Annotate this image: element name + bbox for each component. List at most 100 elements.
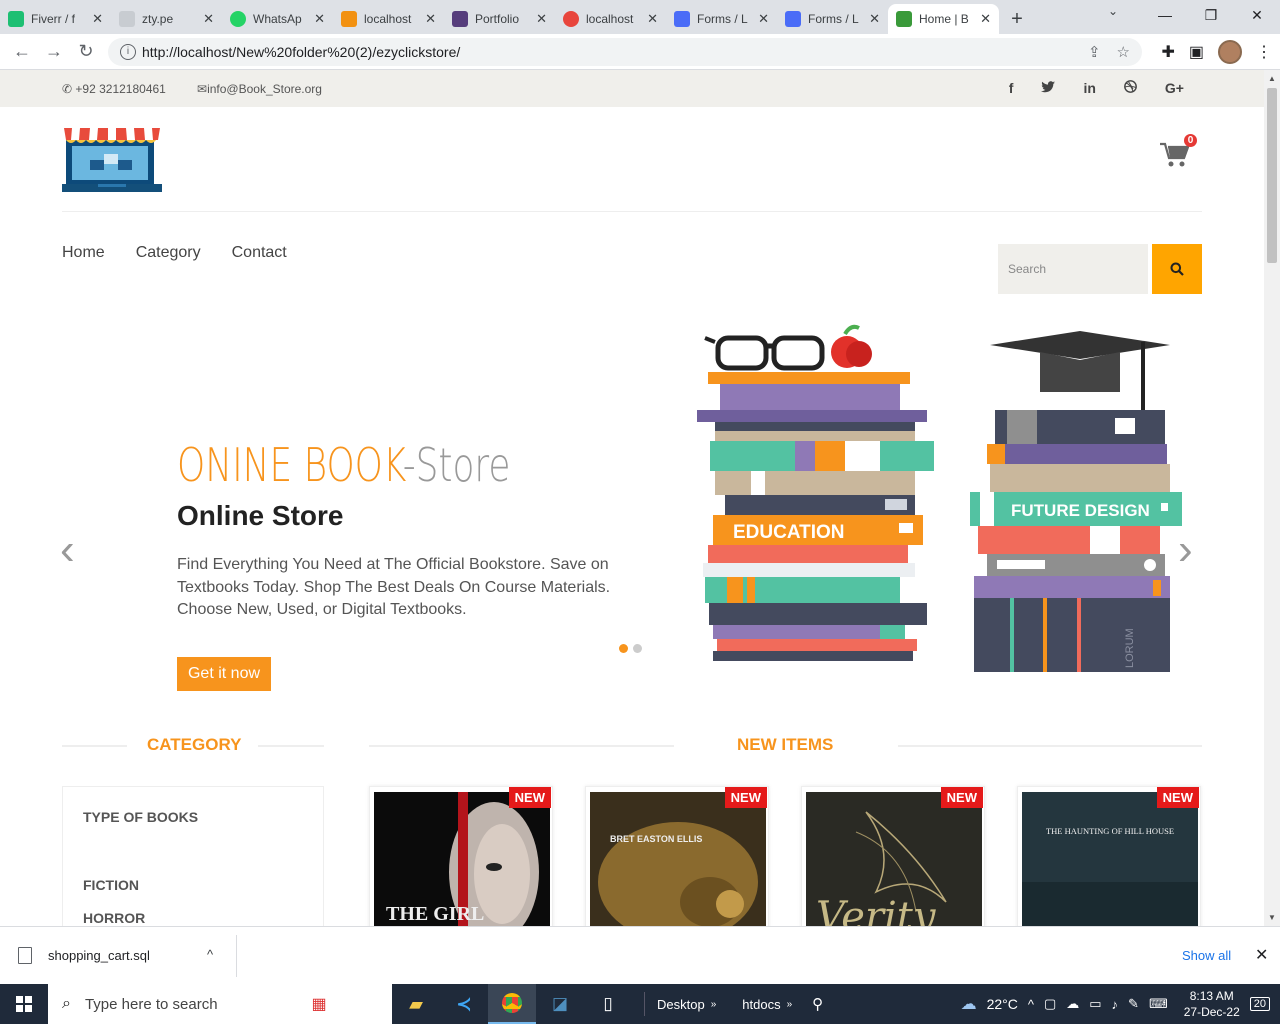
close-tab-icon[interactable]: ✕ — [869, 11, 880, 27]
close-tab-icon[interactable]: ✕ — [314, 11, 325, 27]
shopping-cart-icon[interactable] — [1160, 142, 1190, 168]
scroll-down-arrow-icon[interactable]: ▼ — [1268, 913, 1276, 922]
hero-subtitle: Online Store — [177, 500, 344, 531]
slider-dot-2[interactable] — [633, 644, 642, 653]
get-it-now-button[interactable]: Get it now — [177, 657, 271, 691]
scroll-up-arrow-icon[interactable]: ▲ — [1268, 74, 1276, 83]
tab-forms-2[interactable]: Forms / L ✕ — [777, 4, 888, 34]
file-explorer-app[interactable]: ▰ — [392, 984, 440, 1024]
download-options-chevron-icon[interactable]: ^ — [207, 947, 213, 962]
onedrive-cloud-icon[interactable]: ☁ — [1066, 996, 1079, 1012]
htdocs-toolbar[interactable]: htdocs — [742, 997, 780, 1012]
desktop-toolbar[interactable]: Desktop — [657, 997, 705, 1012]
nav-contact[interactable]: Contact — [232, 244, 287, 262]
envelope-icon: ✉ — [197, 82, 208, 96]
category-horror[interactable]: HORROR — [83, 910, 145, 926]
dribbble-icon[interactable] — [1124, 80, 1137, 96]
taskbar-search-box[interactable]: ⌕ Type here to search ▦ — [48, 984, 392, 1024]
category-fiction[interactable]: FICTION — [83, 877, 139, 893]
slider-prev-chevron-icon[interactable]: ‹ — [60, 525, 75, 575]
close-window-icon[interactable]: ✕ — [1234, 0, 1280, 30]
weather-temp[interactable]: 22°C — [987, 996, 1018, 1012]
scrollbar-thumb[interactable] — [1267, 88, 1277, 263]
volume-icon[interactable]: ♪ — [1112, 997, 1119, 1012]
close-tab-icon[interactable]: ✕ — [203, 11, 214, 27]
email-info: ✉info@Book_Store.org — [197, 82, 322, 96]
keyboard-icon[interactable]: ⌨ — [1149, 996, 1168, 1012]
chrome-menu-icon[interactable]: ⋮ — [1256, 42, 1272, 62]
page-scrollbar[interactable]: ▲ ▼ — [1264, 70, 1280, 926]
close-tab-icon[interactable]: ✕ — [92, 11, 103, 27]
start-button[interactable] — [0, 984, 48, 1024]
new-items-line-right — [898, 745, 1202, 747]
chrome-app[interactable] — [488, 984, 536, 1024]
extensions-puzzle-icon[interactable]: ✚ — [1161, 42, 1174, 62]
meet-icon[interactable]: ▢ — [1044, 996, 1056, 1012]
show-hidden-icons-chevron-icon[interactable]: ^ — [1028, 997, 1034, 1012]
people-icon[interactable]: ⚲ — [812, 995, 823, 1013]
forward-arrow-icon[interactable]: → — [38, 41, 70, 62]
tab-forms-1[interactable]: Forms / L ✕ — [666, 4, 777, 34]
tab-fiverr[interactable]: Fiverr / f ✕ — [0, 4, 111, 34]
share-icon[interactable]: ⇪ — [1088, 43, 1101, 61]
tab-label: zty.pe — [142, 12, 174, 26]
side-panel-icon[interactable]: ▣ — [1189, 42, 1204, 62]
site-info-icon[interactable]: i — [120, 44, 136, 60]
restore-icon[interactable]: ❐ — [1188, 0, 1234, 30]
taskbar-clock[interactable]: 8:13 AM 27-Dec-22 — [1184, 988, 1240, 1020]
new-tab-button[interactable]: + — [999, 4, 1035, 34]
category-type-of-books[interactable]: TYPE OF BOOKS — [83, 809, 198, 825]
close-download-bar-icon[interactable]: ✕ — [1255, 945, 1268, 965]
search-button[interactable] — [1152, 244, 1202, 294]
product-card[interactable]: THE GIRL NEW — [369, 786, 553, 926]
desktop-expand-icon[interactable]: » — [711, 999, 717, 1010]
nav-home[interactable]: Home — [62, 244, 105, 262]
close-tab-icon[interactable]: ✕ — [758, 11, 769, 27]
close-tab-icon[interactable]: ✕ — [980, 11, 991, 27]
cart-count-badge: 0 — [1184, 134, 1197, 147]
product-card[interactable]: THE HAUNTING OF HILL HOUSE NEW — [1017, 786, 1201, 926]
mysql-workbench-app[interactable]: ◪ — [536, 984, 584, 1024]
notification-center-icon[interactable]: 20 — [1249, 997, 1270, 1011]
tab-portfolio[interactable]: Portfolio ✕ — [444, 4, 555, 34]
back-arrow-icon[interactable]: ← — [6, 41, 38, 62]
network-icon[interactable]: ▭ — [1089, 996, 1101, 1012]
product-card[interactable]: BRET EASTON ELLIS NEW — [585, 786, 769, 926]
weather-cloud-icon[interactable]: ☁ — [961, 994, 977, 1014]
linkedin-icon[interactable]: in — [1083, 80, 1095, 96]
slider-dot-1[interactable] — [619, 644, 628, 653]
minimize-icon[interactable]: — — [1142, 0, 1188, 30]
tab-ztype[interactable]: zty.pe ✕ — [111, 4, 222, 34]
notepad-app[interactable]: ▯ — [584, 984, 632, 1024]
profile-avatar[interactable] — [1218, 40, 1242, 64]
hero-title: ONINE BOOK-Store — [177, 438, 510, 492]
reload-icon[interactable]: ↻ — [70, 41, 102, 62]
tab-localhost-phpmyadmin[interactable]: localhost ✕ — [333, 4, 444, 34]
new-badge: NEW — [1156, 787, 1199, 808]
search-input[interactable]: Search — [998, 244, 1148, 294]
bookmark-star-icon[interactable]: ☆ — [1117, 43, 1130, 61]
taskbar-search-placeholder: Type here to search — [84, 995, 218, 1013]
vscode-app[interactable]: ≺ — [440, 984, 488, 1024]
google-plus-icon[interactable]: G+ — [1165, 80, 1184, 96]
address-bar[interactable]: i http://localhost/New%20folder%20(2)/ez… — [108, 38, 1142, 66]
store-logo[interactable] — [62, 128, 162, 194]
facebook-icon[interactable]: f — [1009, 80, 1014, 96]
download-item[interactable]: shopping_cart.sql — [18, 947, 150, 964]
hero-title-main: ONINE BOOK — [177, 438, 403, 492]
tab-whatsapp[interactable]: WhatsAp ✕ — [222, 4, 333, 34]
tab-home-bookstore[interactable]: Home | B ✕ — [888, 4, 999, 34]
tab-search-chevron-icon[interactable]: ⌄ — [1108, 4, 1118, 18]
htdocs-expand-icon[interactable]: » — [787, 999, 793, 1010]
book-cover-haunting-of-hill-house: THE HAUNTING OF HILL HOUSE — [1022, 792, 1198, 926]
close-tab-icon[interactable]: ✕ — [425, 11, 436, 27]
twitter-icon[interactable] — [1041, 80, 1056, 96]
product-card[interactable]: Verity NEW — [801, 786, 985, 926]
show-all-button[interactable]: Show all — [1182, 948, 1231, 963]
pen-icon[interactable]: ✎ — [1128, 996, 1139, 1012]
nav-category[interactable]: Category — [136, 244, 201, 262]
tab-localhost-2[interactable]: localhost ✕ — [555, 4, 666, 34]
close-tab-icon[interactable]: ✕ — [536, 11, 547, 27]
home-favicon-icon — [563, 11, 579, 27]
close-tab-icon[interactable]: ✕ — [647, 11, 658, 27]
